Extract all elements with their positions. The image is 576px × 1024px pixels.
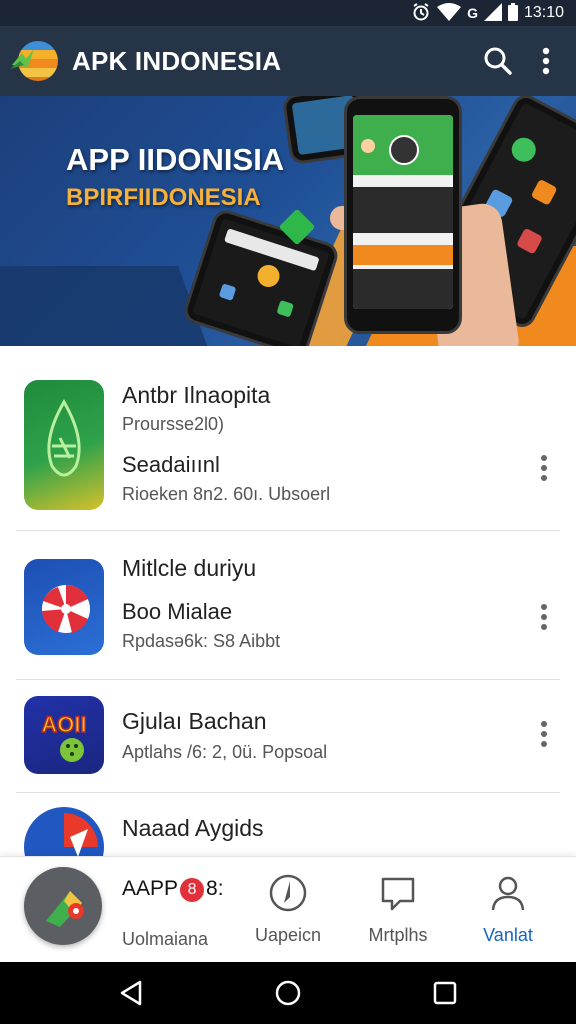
red-shield-app-icon bbox=[24, 807, 104, 856]
bottom-navigation: AAPP 8 8: Uolmaiana Uapeicn Mrtplhs Vanlat bbox=[0, 856, 576, 962]
banner-subtitle: BPIRFIIDONESIA bbox=[66, 184, 261, 211]
nav-item-home[interactable]: AAPP 8 8: Uolmaiana bbox=[118, 871, 230, 957]
back-icon[interactable] bbox=[116, 978, 146, 1008]
promo-banner[interactable]: APP IIDONISIA BPIRFIIDONESIA bbox=[0, 96, 576, 346]
system-navigation-bar bbox=[0, 962, 576, 1024]
banner-title: APP IIDONISIA bbox=[66, 142, 285, 177]
app-title: Naaad Aygids bbox=[122, 815, 264, 841]
app-list: Antbr Ilnaopita Proursse2l0) Seadaiıınl … bbox=[0, 346, 576, 856]
chat-icon bbox=[381, 877, 415, 911]
app-title: APK INDONESIA bbox=[72, 45, 282, 76]
app-title: Antbr Ilnaopita bbox=[122, 382, 271, 408]
app-category: Seadaiıınl bbox=[122, 452, 220, 477]
network-label: G bbox=[467, 5, 478, 21]
green-leaf-app-icon bbox=[24, 380, 104, 510]
more-vert-icon bbox=[542, 47, 550, 75]
home-label: Uolmaiana bbox=[122, 929, 209, 949]
nav-item-profile[interactable]: Vanlat bbox=[458, 869, 558, 959]
home-fab-button[interactable] bbox=[24, 867, 102, 945]
list-item[interactable]: Mitlcle duriyu Boo Mialae Rpdasə6k: S8 A… bbox=[0, 531, 576, 679]
svg-text:AOII: AOII bbox=[41, 712, 86, 737]
app-title: Mitlcle duriyu bbox=[122, 555, 257, 581]
app-meta: Aptlahs /6: 2, 0ü. Popsoal bbox=[122, 742, 328, 762]
more-vert-icon[interactable] bbox=[526, 597, 562, 637]
search-icon bbox=[484, 47, 512, 75]
signal-icon bbox=[483, 2, 502, 24]
app-meta: Rioeken 8n2. 60ı. Ubsoerl bbox=[122, 484, 331, 504]
status-bar: G 13:10 bbox=[0, 0, 576, 26]
list-item[interactable]: AOII Gjulaı Bachan Aptlahs /6: 2, 0ü. Po… bbox=[0, 680, 576, 792]
nav-item-messages[interactable]: Mrtplhs bbox=[348, 869, 448, 959]
more-vert-icon[interactable] bbox=[526, 714, 562, 754]
nav-label: Mrtplhs bbox=[368, 925, 428, 945]
banner-phone-image bbox=[344, 96, 462, 334]
battery-icon bbox=[507, 2, 518, 24]
game-app-icon: AOII bbox=[24, 696, 104, 774]
app-logo-icon bbox=[8, 35, 60, 87]
recents-icon[interactable] bbox=[430, 978, 460, 1008]
more-vert-icon[interactable] bbox=[526, 448, 562, 488]
map-icon bbox=[46, 891, 84, 927]
overflow-menu-button[interactable] bbox=[522, 37, 570, 85]
home-icon[interactable] bbox=[273, 978, 303, 1008]
compass-icon bbox=[269, 874, 307, 912]
notification-badge: 8 bbox=[180, 878, 205, 902]
red-swirl-app-icon bbox=[24, 559, 104, 655]
app-subtitle: Boo Mialae bbox=[122, 599, 233, 624]
screen: G 13:10 APK INDONESIA APP IIDONISIA BPIR… bbox=[0, 0, 576, 1024]
list-item[interactable]: Antbr Ilnaopita Proursse2l0) Seadaiıınl … bbox=[0, 346, 576, 530]
nav-label: Uapeicn bbox=[254, 925, 322, 945]
list-item[interactable]: Naaad Aygids bbox=[0, 793, 576, 856]
nav-item-explore[interactable]: Uapeicn bbox=[238, 869, 338, 959]
wifi-icon bbox=[437, 2, 462, 24]
app-title: Gjulaı Bachan bbox=[122, 708, 267, 734]
app-subtitle: Proursse2l0) bbox=[122, 414, 225, 434]
search-button[interactable] bbox=[474, 37, 522, 85]
app-meta: Rpdasə6k: S8 Aibbt bbox=[122, 631, 281, 651]
alarm-icon bbox=[411, 2, 431, 25]
home-title: AAPP 8 8: bbox=[122, 877, 224, 902]
nav-label: Vanlat bbox=[483, 925, 533, 945]
app-bar: APK INDONESIA bbox=[0, 26, 576, 96]
profile-icon bbox=[491, 876, 525, 911]
clock: 13:10 bbox=[523, 4, 564, 21]
